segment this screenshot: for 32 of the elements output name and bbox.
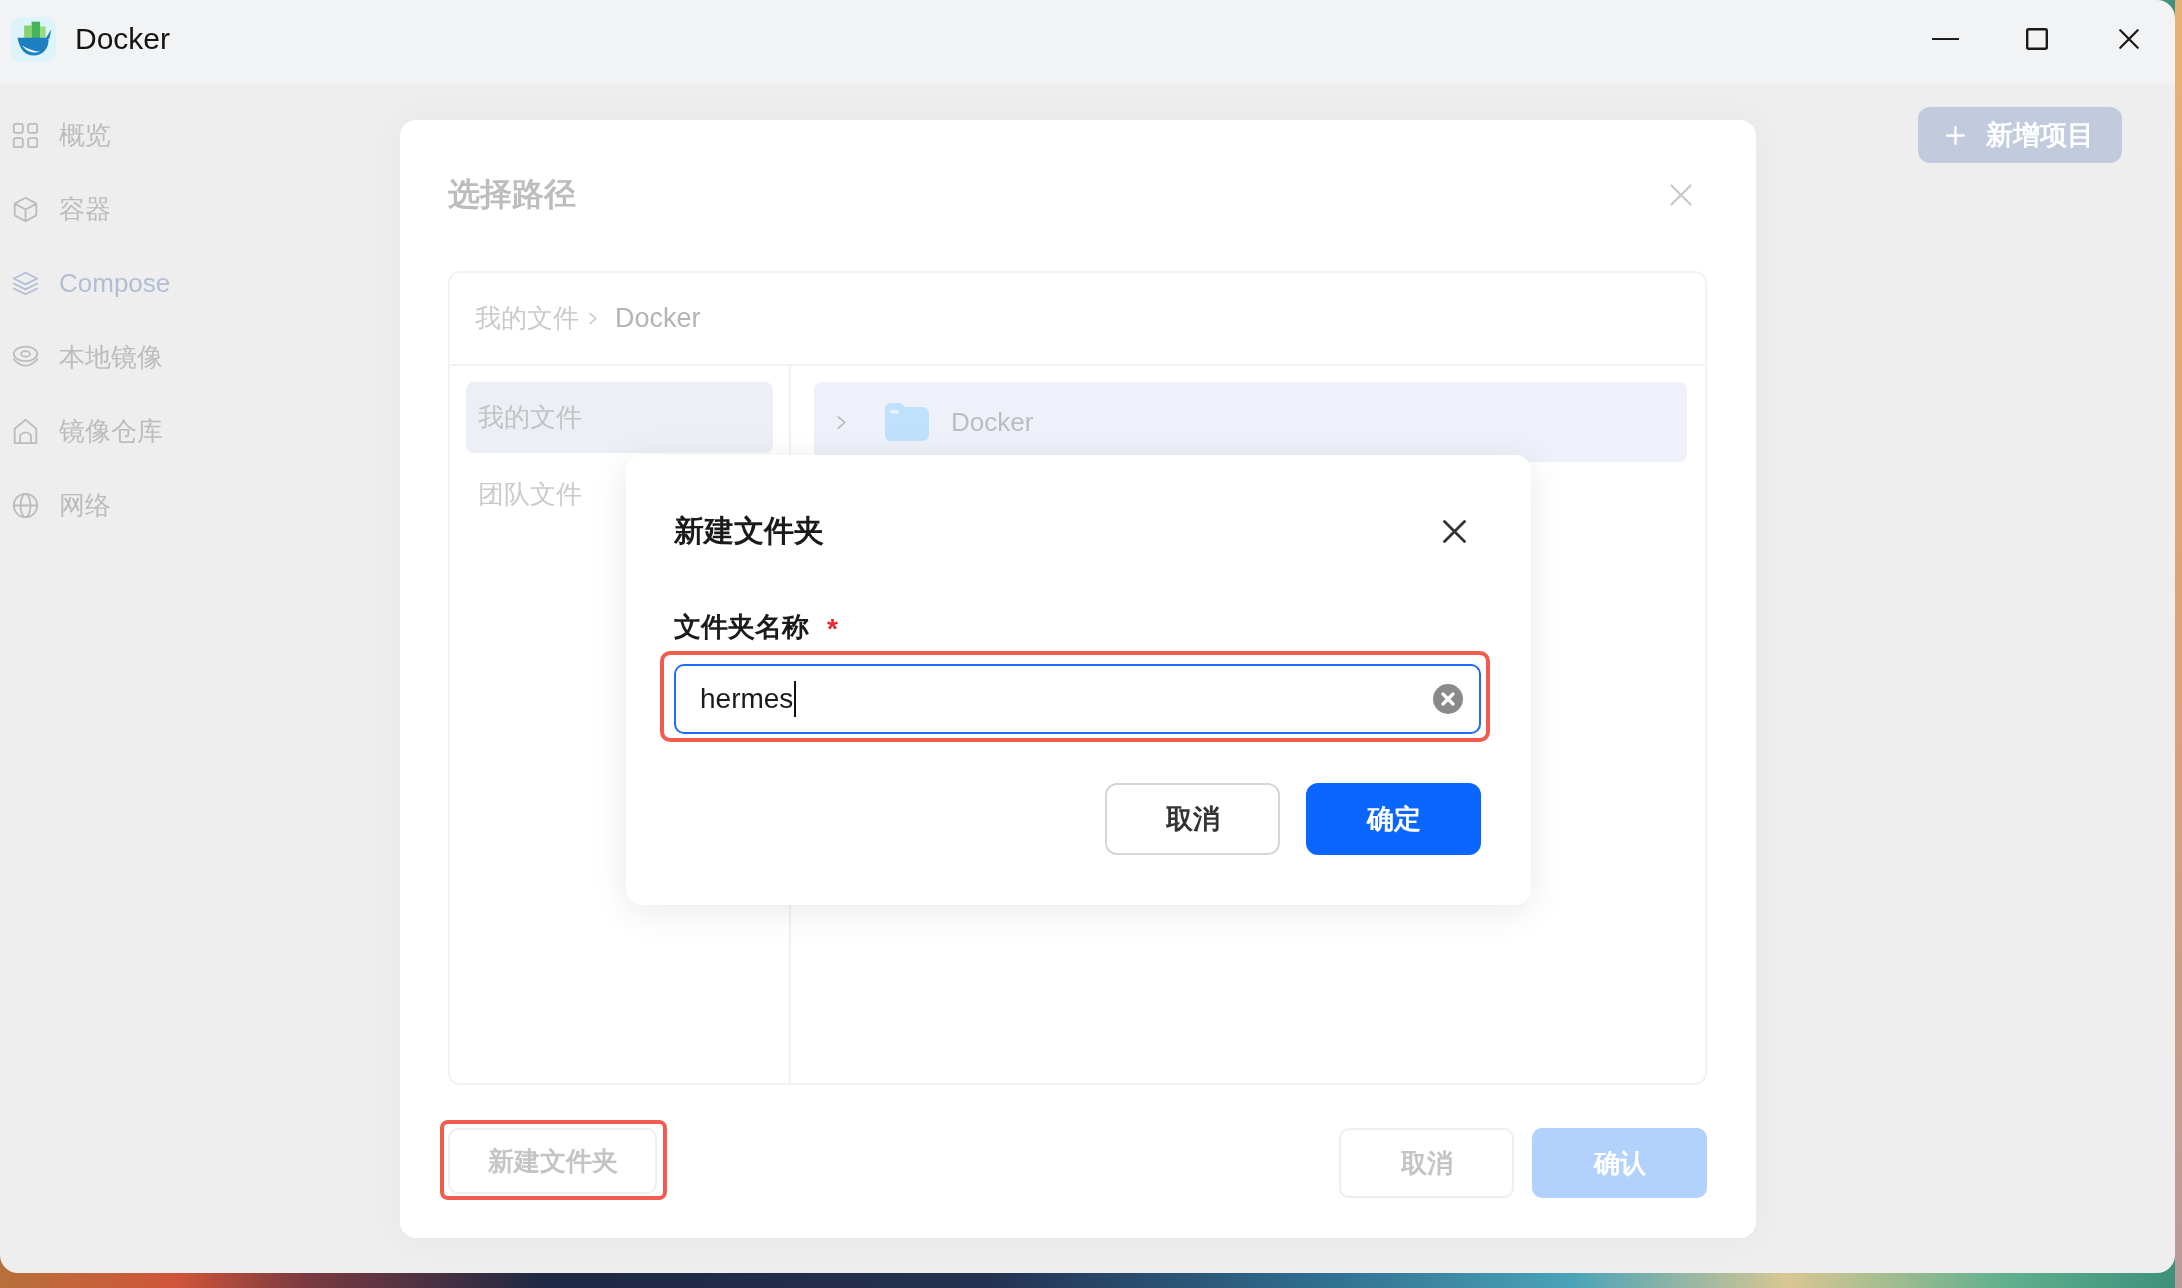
- input-field[interactable]: hermes: [674, 664, 1481, 734]
- window-title: Docker: [75, 22, 171, 56]
- folder-row[interactable]: Docker: [814, 382, 1687, 462]
- house-icon: [12, 417, 39, 445]
- new-folder-button[interactable]: 新建文件夹: [448, 1128, 657, 1194]
- close-button[interactable]: [1443, 519, 1466, 543]
- chevron-right-icon: [589, 312, 597, 325]
- dialog-title: 选择路径: [448, 174, 576, 214]
- modal-title: 新建文件夹: [674, 512, 824, 549]
- breadcrumb-item[interactable]: Docker: [615, 303, 701, 334]
- cancel-button[interactable]: 取消: [1339, 1128, 1514, 1198]
- cube-icon: [12, 195, 39, 223]
- minimize-icon: [1931, 37, 1959, 41]
- folder-icon: [885, 403, 929, 441]
- field-label: 文件夹名称: [674, 611, 809, 644]
- close-icon: [2119, 29, 2139, 49]
- close-icon: [1670, 183, 1692, 206]
- grid-icon: [12, 121, 39, 149]
- sidebar-item[interactable]: Compose: [12, 246, 314, 320]
- plus-icon: [1946, 125, 1965, 145]
- confirm-button[interactable]: 确认: [1532, 1128, 1707, 1198]
- confirm-button[interactable]: 确定: [1306, 783, 1481, 855]
- cancel-button[interactable]: 取消: [1105, 783, 1280, 855]
- add-button[interactable]: 新增项目: [1918, 107, 2122, 163]
- close-icon: [1443, 519, 1466, 543]
- globe-icon: [12, 491, 39, 519]
- whale-logo-icon: [11, 16, 56, 62]
- layers-icon: [12, 269, 39, 297]
- maximize-icon: [2026, 28, 2048, 50]
- required-mark: *: [827, 613, 838, 645]
- clear-icon[interactable]: [1433, 684, 1463, 714]
- text-cursor-icon: [794, 681, 797, 717]
